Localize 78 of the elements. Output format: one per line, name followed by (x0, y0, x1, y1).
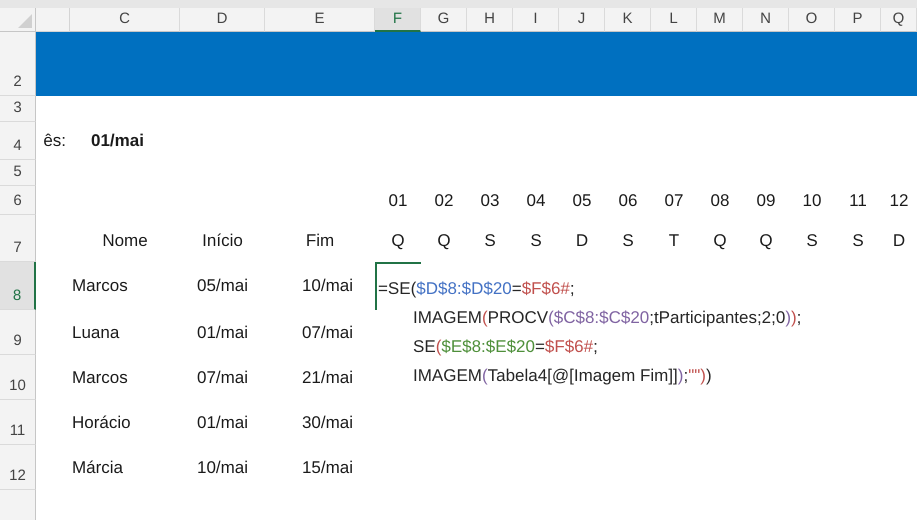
table-cell-text: 15/mai (302, 456, 354, 479)
row-header[interactable]: 7 (0, 215, 36, 262)
day-number: 02 (434, 190, 454, 212)
row-header[interactable]: 12 (0, 445, 36, 490)
month-label: ês: (43, 130, 67, 152)
weekday-letter: Q (437, 230, 451, 252)
table-cell-text: 10/mai (196, 456, 248, 479)
row-header[interactable]: 6 (0, 186, 36, 215)
column-header[interactable]: I (513, 8, 559, 32)
column-header[interactable]: H (467, 8, 513, 32)
row-header[interactable]: 8 (0, 262, 36, 310)
table-cell-text: Márcia (71, 456, 124, 479)
day-number: 08 (710, 190, 730, 212)
column-heading: Início (202, 230, 243, 252)
day-number: 12 (890, 190, 908, 212)
row-header[interactable]: 10 (0, 355, 36, 400)
month-value: 01/mai (90, 130, 145, 152)
table-cell-text: Marcos (71, 275, 128, 298)
column-header[interactable]: K (605, 8, 651, 32)
row-header[interactable]: 11 (0, 400, 36, 445)
formula-line: IMAGEM(PROCV($C$8:$C$20;tParticipantes;2;0)); (413, 307, 802, 329)
row-header[interactable] (0, 32, 36, 40)
table-cell-text: 01/mai (196, 322, 248, 344)
column-heading: Nome (102, 230, 148, 252)
formula-line: IMAGEM(Tabela4[@[Imagem Fim]]);"")) (413, 365, 712, 387)
day-number: 03 (480, 190, 500, 212)
weekday-letter: Q (391, 230, 405, 252)
table-cell-text: Horácio (71, 412, 131, 434)
row-header[interactable]: 9 (0, 310, 36, 355)
row-header[interactable]: 3 (0, 96, 36, 122)
table-cell-text: 30/mai (302, 412, 354, 434)
day-number: 01 (388, 190, 408, 212)
column-header[interactable]: E (265, 8, 375, 32)
table-cell-text: 21/mai (302, 366, 354, 389)
weekday-letter: S (484, 230, 496, 252)
table-cell-text: 07/mai (302, 322, 354, 344)
row-header[interactable]: 5 (0, 160, 36, 186)
day-number: 09 (756, 190, 776, 212)
column-header[interactable]: C (70, 8, 180, 32)
formula-line: SE($E$8:$E$20=$F$6#; (413, 336, 598, 358)
column-header[interactable] (36, 8, 70, 32)
weekday-letter: S (806, 230, 818, 252)
day-number: 04 (526, 190, 546, 212)
table-cell-text: 05/mai (196, 275, 248, 298)
day-number: 05 (572, 190, 592, 212)
table-cell-text: 10/mai (302, 275, 354, 298)
table-cell-text: 01/mai (196, 412, 248, 434)
row-header[interactable]: 2 (0, 40, 36, 96)
table-cell-text: 07/mai (196, 366, 248, 389)
corner-triangle-icon (18, 14, 32, 28)
row-header[interactable]: 4 (0, 122, 36, 160)
weekday-letter: S (852, 230, 864, 252)
column-header[interactable]: O (789, 8, 835, 32)
weekday-letter: D (892, 230, 906, 252)
formula-line: =SE($D$8:$D$20=$F$6#; (378, 278, 575, 300)
column-header[interactable]: G (421, 8, 467, 32)
day-number: 06 (618, 190, 638, 212)
column-header[interactable]: F (375, 8, 421, 32)
day-number: 10 (802, 190, 822, 212)
column-header[interactable]: P (835, 8, 881, 32)
weekday-letter: S (530, 230, 542, 252)
day-number: 11 (849, 190, 867, 212)
column-header[interactable]: N (743, 8, 789, 32)
column-header[interactable]: L (651, 8, 697, 32)
table-cell-text: Luana (71, 322, 120, 344)
column-header[interactable]: M (697, 8, 743, 32)
table-cell-text: Marcos (71, 366, 128, 389)
column-heading: Fim (306, 230, 334, 252)
weekday-letter: T (668, 230, 680, 252)
weekday-letter: D (576, 230, 588, 252)
column-header[interactable]: Q (881, 8, 917, 32)
column-header[interactable]: D (180, 8, 265, 32)
day-number: 07 (664, 190, 684, 212)
weekday-letter: Q (713, 230, 727, 252)
select-all-corner[interactable] (0, 8, 36, 32)
column-header[interactable]: J (559, 8, 605, 32)
weekday-letter: Q (759, 230, 773, 252)
weekday-letter: S (622, 230, 634, 252)
